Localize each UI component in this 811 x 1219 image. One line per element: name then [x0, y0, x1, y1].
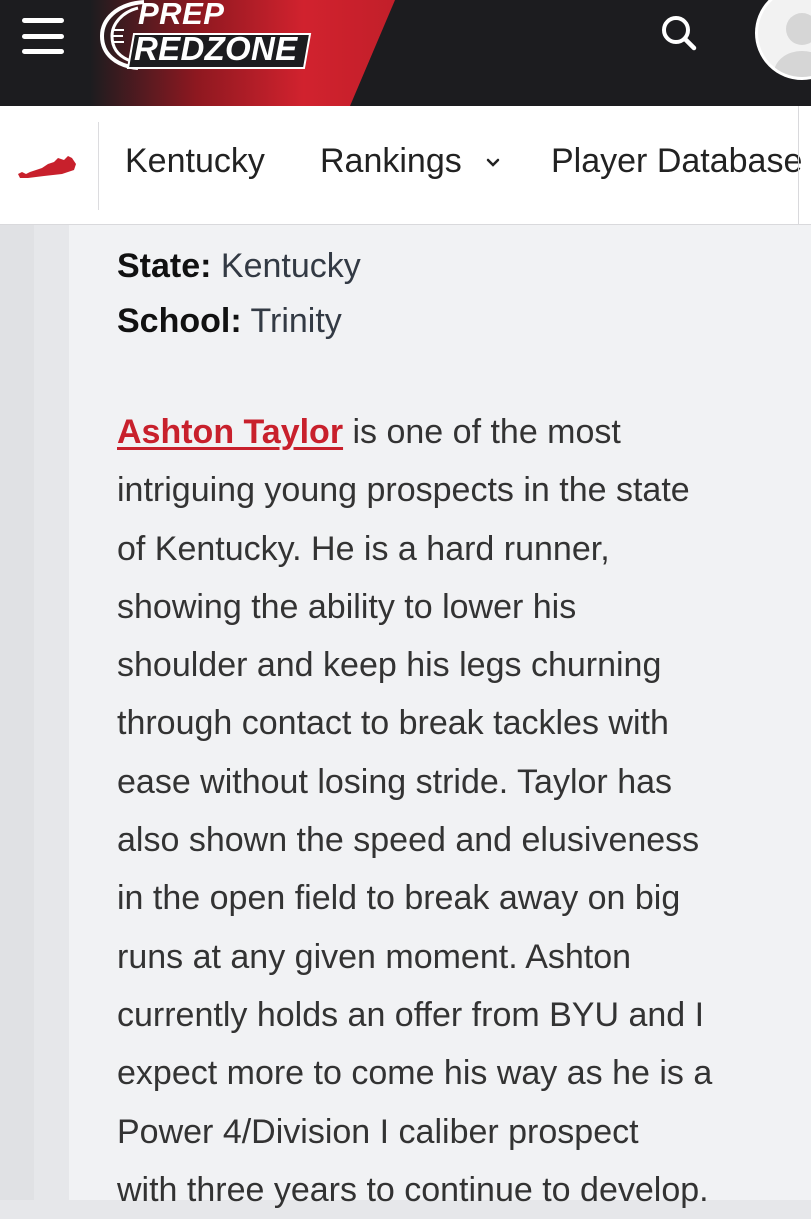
chevron-down-icon [486, 158, 500, 167]
nav-item-label: Player Database [551, 142, 803, 180]
article-line: currently holds an offer from BYU and I [117, 995, 705, 1034]
nav-item-label: Rankings [320, 142, 462, 180]
subnav-right-edge [798, 106, 799, 224]
player-school-line: School: Trinity [117, 302, 342, 341]
prep-redzone-logo[interactable]: PREP REDZONE [98, 0, 313, 72]
article-line: runs at any given moment. Ashton [117, 937, 632, 976]
nav-item-label: Kentucky [125, 142, 265, 180]
article-line: shoulder and keep his legs churning [117, 646, 662, 685]
state-label: State: [117, 247, 212, 285]
article-line: with three years to continue to develop. [117, 1170, 709, 1209]
article-line: showing the ability to lower his [117, 587, 577, 626]
state-value: Kentucky [220, 247, 361, 285]
article-line: of Kentucky. He is a hard runner, [117, 529, 610, 568]
left-gutter [0, 225, 34, 1200]
logo-redzone-text: REDZONE [134, 30, 298, 67]
subnav-divider [98, 122, 99, 210]
article-line: ease without losing stride. Taylor has [117, 762, 673, 801]
nav-item-rankings[interactable]: Rankings [320, 142, 501, 181]
article-line: also shown the speed and elusiveness [117, 821, 700, 860]
article-body: Ashton Taylor is one of the most intrigu… [117, 403, 797, 1219]
school-value: Trinity [250, 302, 342, 340]
search-icon[interactable] [656, 10, 702, 56]
nav-item-player-database[interactable]: Player Database [551, 142, 802, 181]
article-text: is one of the most [343, 413, 621, 451]
article-line: expect more to come his way as he is a [117, 1054, 713, 1093]
article-line: through contact to break tackles with [117, 704, 669, 743]
article-line: Power 4/Division I caliber prospect [117, 1112, 639, 1151]
article-line: in the open field to break away on big [117, 879, 681, 918]
top-header: PREP REDZONE [0, 0, 811, 106]
hamburger-icon[interactable] [22, 18, 64, 54]
article-line: Ashton Taylor is one of the most [117, 403, 797, 461]
kentucky-state-icon[interactable] [14, 150, 80, 182]
nav-item-kentucky[interactable]: Kentucky [125, 142, 265, 181]
school-label: School: [117, 302, 242, 340]
logo-prep-text: PREP [138, 0, 225, 31]
article-line: intriguing young prospects in the state [117, 471, 690, 510]
player-name-link[interactable]: Ashton Taylor [117, 413, 343, 451]
player-state-line: State: Kentucky [117, 247, 361, 286]
